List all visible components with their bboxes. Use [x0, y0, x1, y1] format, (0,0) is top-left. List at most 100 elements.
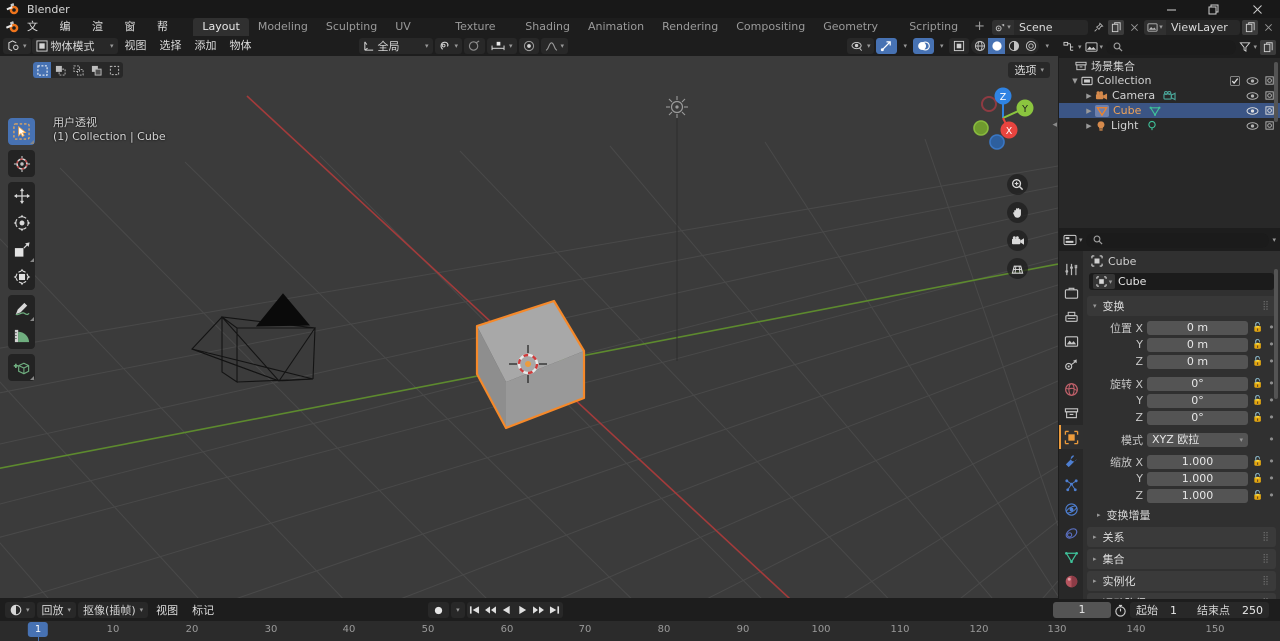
camera-expand-icon[interactable]: ▶: [1083, 92, 1095, 100]
outliner-display-mode[interactable]: ▾: [1085, 41, 1104, 53]
overlays-toggle[interactable]: [913, 38, 934, 54]
snap-toggle[interactable]: ▾: [435, 38, 463, 54]
outliner-editor[interactable]: ▾ ▾ ▾: [1059, 36, 1280, 228]
lock-icon[interactable]: 🔓: [1252, 396, 1263, 406]
close-button[interactable]: [1234, 0, 1280, 18]
xray-toggle[interactable]: [949, 38, 969, 54]
cursor-tool[interactable]: [8, 150, 35, 177]
outliner-scrollbar[interactable]: [1274, 62, 1278, 122]
camera-hide-icon[interactable]: [1246, 91, 1259, 101]
viewport-menu-add[interactable]: 添加: [189, 37, 223, 55]
timeline-menu-view[interactable]: 视图: [150, 602, 184, 618]
lock-icon[interactable]: 🔓: [1252, 323, 1263, 333]
lasso-select-icon[interactable]: [87, 62, 105, 78]
timeline-editor[interactable]: ▾ 回放 ▾ 抠像(插帧) ▾ 视图 标记 ▾: [0, 599, 1280, 641]
interaction-mode-selector[interactable]: 物体模式 ▾: [32, 38, 118, 54]
rotation-mode-select[interactable]: XYZ 欧拉 ▾: [1147, 433, 1248, 447]
delete-scene-icon[interactable]: [1126, 20, 1142, 35]
workspace-tab-shading[interactable]: Shading: [516, 18, 579, 36]
timeline-playhead[interactable]: 1: [28, 622, 48, 637]
workspace-tab-compositing[interactable]: Compositing: [727, 18, 814, 36]
viewport-sidebar-toggle[interactable]: ◂: [1052, 120, 1057, 130]
workspace-tab-rendering[interactable]: Rendering: [653, 18, 727, 36]
scene-selector[interactable]: ▾ Scene: [992, 20, 1088, 35]
transform-panel-header[interactable]: ▾ 变换 ⣿: [1087, 296, 1276, 316]
proportional-falloff-selector[interactable]: ▾: [487, 38, 517, 54]
properties-tab-modifier[interactable]: [1059, 449, 1083, 473]
jump-to-start-button[interactable]: [467, 602, 483, 618]
outliner-filter-button[interactable]: ▾: [1239, 41, 1257, 53]
location-x-input[interactable]: 0 m: [1147, 321, 1248, 335]
properties-tab-physics[interactable]: [1059, 497, 1083, 521]
material-preview-icon[interactable]: [1005, 38, 1022, 54]
auto-keying-dropdown[interactable]: ▾: [451, 602, 465, 618]
pin-scene-icon[interactable]: [1090, 20, 1106, 35]
menu-file[interactable]: 文件: [21, 18, 53, 36]
outliner-row-light[interactable]: ▶ Light: [1059, 118, 1280, 133]
properties-tab-view-layer[interactable]: [1059, 329, 1083, 353]
lock-icon[interactable]: 🔓: [1252, 457, 1263, 467]
mesh-data-icon[interactable]: [1149, 105, 1161, 117]
instancing-panel-header[interactable]: ▸ 实例化 ⣿: [1087, 571, 1276, 591]
editor-type-selector[interactable]: ▾: [3, 38, 31, 54]
light-expand-icon[interactable]: ▶: [1083, 122, 1095, 130]
lock-icon[interactable]: 🔓: [1252, 413, 1263, 423]
cube-expand-icon[interactable]: ▶: [1083, 107, 1095, 115]
properties-tab-data[interactable]: [1059, 545, 1083, 569]
workspace-tab-scripting[interactable]: Scripting: [900, 18, 967, 36]
transform-tool[interactable]: [8, 263, 35, 290]
animate-dot-icon[interactable]: •: [1267, 455, 1276, 468]
rendered-shading-icon[interactable]: [1022, 38, 1039, 54]
play-reverse-button[interactable]: [499, 602, 515, 618]
workspace-tab-layout[interactable]: Layout: [193, 18, 248, 36]
snap-magnet-toggle[interactable]: [519, 38, 539, 54]
workspace-tab-sculpting[interactable]: Sculpting: [317, 18, 386, 36]
maximize-button[interactable]: [1192, 0, 1234, 18]
keying-menu-button[interactable]: 抠像(插帧) ▾: [78, 602, 148, 618]
properties-tab-constraints[interactable]: [1059, 521, 1083, 545]
add-workspace-button[interactable]: +: [967, 18, 992, 36]
3d-viewport[interactable]: ▾ 物体模式 ▾ 视图 选择 添加 物体 全局: [0, 36, 1058, 598]
properties-scrollbar[interactable]: [1274, 269, 1278, 399]
overlays-dropdown[interactable]: ▾: [936, 38, 948, 54]
transform-orientation-selector[interactable]: 全局 ▾: [359, 38, 433, 54]
properties-tab-collection[interactable]: [1059, 401, 1083, 425]
properties-editor[interactable]: ▾ ▾: [1059, 229, 1280, 641]
viewport-menu-view[interactable]: 视图: [119, 37, 153, 55]
move-tool[interactable]: [8, 182, 35, 209]
workspace-tab-geometry-nodes[interactable]: Geometry Nodes: [814, 18, 900, 36]
viewport-options-button[interactable]: 选项 ▾: [1008, 62, 1050, 78]
properties-tab-material[interactable]: [1059, 569, 1083, 593]
outliner-row-collection[interactable]: ▼ Collection: [1059, 73, 1280, 88]
location-z-input[interactable]: 0 m: [1147, 355, 1248, 369]
location-y-input[interactable]: 0 m: [1147, 338, 1248, 352]
camera-data-icon[interactable]: [1163, 90, 1176, 102]
cube-hide-icon[interactable]: [1246, 106, 1259, 116]
delete-viewlayer-icon[interactable]: [1260, 20, 1276, 35]
add-cube-tool[interactable]: [8, 354, 35, 381]
tweak-select-icon[interactable]: [33, 62, 51, 78]
annotate-tool[interactable]: [8, 295, 35, 322]
collection-hide-icon[interactable]: [1246, 76, 1259, 86]
viewport-menu-object[interactable]: 物体: [224, 37, 258, 55]
gizmo-toggle[interactable]: [876, 38, 897, 54]
rotate-tool[interactable]: [8, 209, 35, 236]
workspace-tab-animation[interactable]: Animation: [579, 18, 653, 36]
rotation-x-input[interactable]: 0°: [1147, 377, 1248, 391]
scale-z-input[interactable]: 1.000: [1147, 489, 1248, 503]
solid-shading-icon[interactable]: [988, 38, 1005, 54]
next-keyframe-button[interactable]: [531, 602, 547, 618]
lock-icon[interactable]: 🔓: [1252, 357, 1263, 367]
workspace-tab-modeling[interactable]: Modeling: [249, 18, 317, 36]
shading-dropdown[interactable]: ▾: [1041, 38, 1053, 54]
measure-tool[interactable]: [8, 322, 35, 349]
wireframe-shading-icon[interactable]: [971, 38, 988, 54]
properties-tab-tool[interactable]: [1059, 257, 1083, 281]
end-frame-input[interactable]: 250: [1236, 604, 1269, 617]
menu-render[interactable]: 渲染: [86, 18, 118, 36]
visibility-selector[interactable]: ▾: [847, 38, 875, 54]
animate-dot-icon[interactable]: •: [1267, 489, 1276, 502]
blender-menu-icon[interactable]: [4, 19, 21, 35]
collections-panel-header[interactable]: ▸ 集合 ⣿: [1087, 549, 1276, 569]
relations-panel-header[interactable]: ▸ 关系 ⣿: [1087, 527, 1276, 547]
